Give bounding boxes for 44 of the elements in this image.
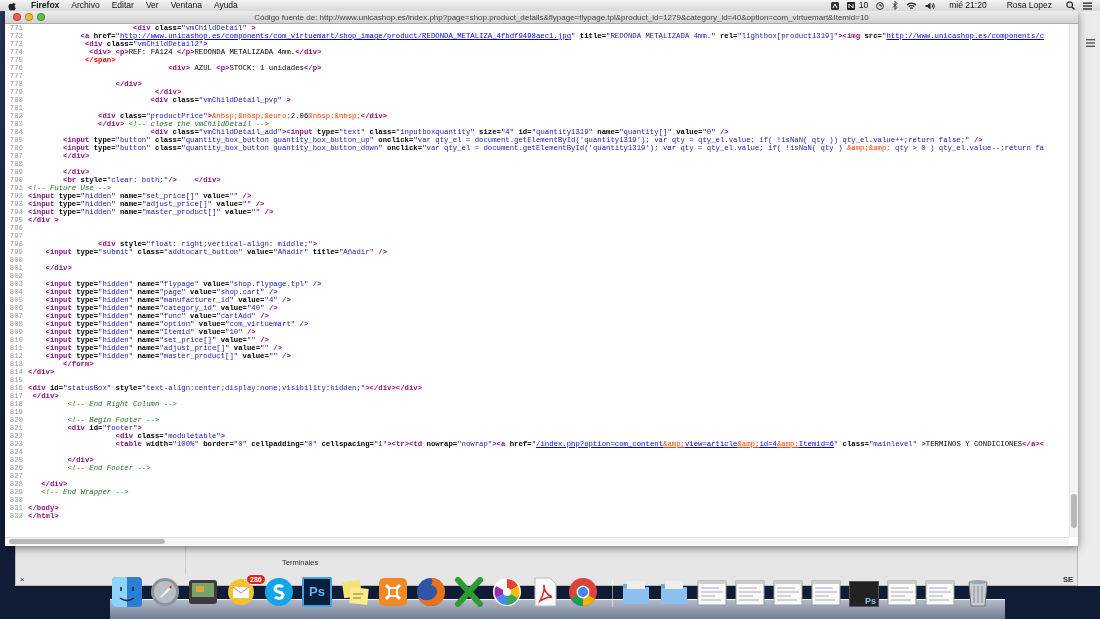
clock-text[interactable]: mié 21:20 — [943, 0, 993, 11]
window-thumbnail-icon[interactable] — [697, 577, 727, 607]
menu-item[interactable]: Ventana — [164, 0, 208, 11]
status-icon[interactable] — [846, 1, 855, 10]
scroll-thumb[interactable] — [9, 539, 165, 544]
window-thumbnail-icon[interactable] — [773, 577, 803, 607]
menu-item[interactable]: Editar — [105, 0, 140, 11]
window-thumbnail-icon[interactable]: Ps — [849, 581, 879, 607]
app-icon[interactable]: Ps — [302, 577, 332, 607]
bluetooth-icon[interactable] — [892, 1, 899, 10]
horizontal-scrollbar[interactable] — [5, 537, 1069, 545]
user-name[interactable]: Rosa Lopez — [1000, 0, 1058, 11]
ring-icon[interactable] — [568, 577, 598, 607]
window-thumbnail-icon[interactable] — [735, 577, 765, 607]
window-thumbnail-icon[interactable] — [887, 577, 917, 607]
status-icon[interactable] — [830, 1, 839, 10]
volume-icon[interactable] — [925, 1, 936, 10]
status-count[interactable]: 10 — [858, 0, 869, 11]
window-thumbnail-icon[interactable] — [925, 577, 955, 607]
list-icon[interactable] — [1086, 39, 1095, 47]
rocket-icon[interactable] — [150, 577, 180, 607]
wifi-icon[interactable] — [906, 1, 918, 10]
menu-item[interactable]: Ver — [139, 0, 165, 11]
round-app-icon[interactable] — [264, 577, 294, 607]
pinwheel-icon[interactable] — [492, 577, 522, 607]
x-shape-icon[interactable] — [454, 577, 484, 607]
apple-icon[interactable] — [8, 0, 17, 11]
clock-icon[interactable] — [876, 1, 885, 10]
sticky-notes-icon[interactable] — [340, 577, 370, 607]
globe-icon[interactable] — [416, 577, 446, 607]
window-title: Código fuente de: http://www.unicashop.es/index.php?page=shop.product_details&flypage=flypage.tpl&product_id=1279&category_id=40&option=com_virtuemart&Itemid=10 — [254, 11, 869, 24]
menu-item[interactable]: Ayuda — [207, 0, 244, 11]
vertical-scrollbar[interactable] — [1069, 24, 1078, 537]
menu-item[interactable]: Archivo — [65, 0, 106, 11]
split-square-icon[interactable] — [112, 577, 142, 607]
monitor-icon[interactable] — [188, 577, 218, 607]
window-thumbnail-icon[interactable] — [811, 577, 841, 607]
square-app-icon[interactable] — [378, 577, 408, 607]
close-button[interactable] — [13, 13, 21, 21]
zoom-button[interactable] — [37, 13, 45, 21]
search-icon[interactable] — [1066, 1, 1075, 10]
scroll-thumb[interactable] — [1071, 494, 1077, 528]
app-menu[interactable]: Firefox — [25, 0, 66, 11]
menu-icon[interactable] — [1083, 1, 1092, 10]
